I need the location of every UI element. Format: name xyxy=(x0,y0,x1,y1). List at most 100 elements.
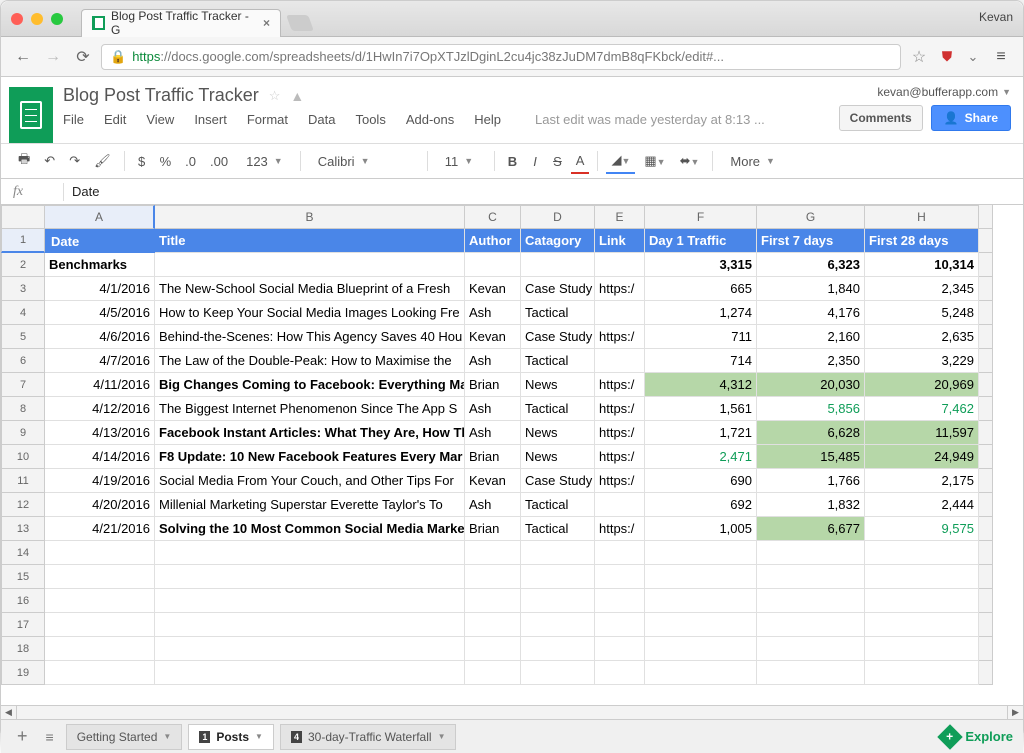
empty-cell[interactable] xyxy=(865,541,979,565)
undo-icon[interactable]: ↶ xyxy=(39,149,60,173)
row-header-6[interactable]: 6 xyxy=(1,349,45,373)
user-account-menu[interactable]: kevan@bufferapp.com ▼ xyxy=(877,85,1011,99)
empty-cell[interactable] xyxy=(465,589,521,613)
empty-cell[interactable] xyxy=(521,589,595,613)
cell-author-8[interactable]: Ash xyxy=(465,397,521,421)
cell-date-9[interactable]: 4/13/2016 xyxy=(45,421,155,445)
col-header-B[interactable]: B xyxy=(155,205,465,229)
cell-d28-12[interactable]: 2,444 xyxy=(865,493,979,517)
sheet-tab-posts[interactable]: 1Posts▼ xyxy=(188,724,274,750)
cell-d28-8[interactable]: 7,462 xyxy=(865,397,979,421)
cell[interactable] xyxy=(521,253,595,277)
cell-link-5[interactable]: https:/ xyxy=(595,325,645,349)
empty-cell[interactable] xyxy=(595,613,645,637)
header-cell-B[interactable]: Title xyxy=(155,229,465,253)
row-header-5[interactable]: 5 xyxy=(1,325,45,349)
fill-color-icon[interactable]: ◢▼ xyxy=(606,148,635,174)
empty-cell[interactable] xyxy=(757,637,865,661)
cell-link-7[interactable]: https:/ xyxy=(595,373,645,397)
add-sheet-button[interactable]: + xyxy=(11,726,34,747)
strikethrough-button[interactable]: S xyxy=(548,150,567,173)
cell[interactable] xyxy=(155,253,465,277)
window-maximize-icon[interactable] xyxy=(51,13,63,25)
cell-link-13[interactable]: https:/ xyxy=(595,517,645,541)
cell-d1-12[interactable]: 692 xyxy=(645,493,757,517)
cell-d7-4[interactable]: 4,176 xyxy=(757,301,865,325)
share-button[interactable]: 👤Share xyxy=(931,105,1011,131)
cell-title-3[interactable]: The New-School Social Media Blueprint of… xyxy=(155,277,465,301)
merge-cells-icon[interactable]: ⬌▼ xyxy=(675,149,705,173)
menu-data[interactable]: Data xyxy=(308,112,335,127)
format-currency[interactable]: $ xyxy=(133,150,151,173)
empty-cell[interactable] xyxy=(757,661,865,685)
forward-button[interactable]: → xyxy=(41,45,65,69)
empty-cell[interactable] xyxy=(645,637,757,661)
header-cell-G[interactable]: First 7 days xyxy=(757,229,865,253)
cell-d7-12[interactable]: 1,832 xyxy=(757,493,865,517)
cell-author-6[interactable]: Ash xyxy=(465,349,521,373)
empty-cell[interactable] xyxy=(155,565,465,589)
empty-cell[interactable] xyxy=(645,565,757,589)
row-header-13[interactable]: 13 xyxy=(1,517,45,541)
empty-cell[interactable] xyxy=(521,565,595,589)
star-document-icon[interactable]: ☆ xyxy=(269,88,281,104)
cell-title-10[interactable]: F8 Update: 10 New Facebook Features Ever… xyxy=(155,445,465,469)
empty-cell[interactable] xyxy=(45,661,155,685)
header-cell-E[interactable]: Link xyxy=(595,229,645,253)
header-cell-F[interactable]: Day 1 Traffic xyxy=(645,229,757,253)
cell-d1-6[interactable]: 714 xyxy=(645,349,757,373)
row-header-15[interactable]: 15 xyxy=(1,565,45,589)
row-header-4[interactable]: 4 xyxy=(1,301,45,325)
header-cell-H[interactable]: First 28 days xyxy=(865,229,979,253)
cell-author-3[interactable]: Kevan xyxy=(465,277,521,301)
cell-d28-6[interactable]: 3,229 xyxy=(865,349,979,373)
row-header-11[interactable]: 11 xyxy=(1,469,45,493)
empty-cell[interactable] xyxy=(45,541,155,565)
row-header-3[interactable]: 3 xyxy=(1,277,45,301)
cell-d1-7[interactable]: 4,312 xyxy=(645,373,757,397)
cell-d28-3[interactable]: 2,345 xyxy=(865,277,979,301)
cell-date-11[interactable]: 4/19/2016 xyxy=(45,469,155,493)
cell-date-4[interactable]: 4/5/2016 xyxy=(45,301,155,325)
cell-author-11[interactable]: Kevan xyxy=(465,469,521,493)
paint-format-icon[interactable]: 🖌 xyxy=(89,149,116,173)
cell-title-8[interactable]: The Biggest Internet Phenomenon Since Th… xyxy=(155,397,465,421)
header-cell-D[interactable]: Catagory xyxy=(521,229,595,253)
italic-button[interactable]: I xyxy=(526,150,544,173)
cell-category-4[interactable]: Tactical xyxy=(521,301,595,325)
pocket-extension-icon[interactable]: ⌄ xyxy=(963,47,983,67)
empty-cell[interactable] xyxy=(595,541,645,565)
cell-d1-5[interactable]: 711 xyxy=(645,325,757,349)
cell-title-4[interactable]: How to Keep Your Social Media Images Loo… xyxy=(155,301,465,325)
number-format-select[interactable]: 123▼ xyxy=(237,150,292,173)
menu-file[interactable]: File xyxy=(63,112,84,127)
cell-bench-d28[interactable]: 10,314 xyxy=(865,253,979,277)
print-icon[interactable]: 🖶 xyxy=(13,146,35,176)
redo-icon[interactable]: ↷ xyxy=(64,149,85,173)
empty-cell[interactable] xyxy=(155,637,465,661)
empty-cell[interactable] xyxy=(155,589,465,613)
empty-cell[interactable] xyxy=(155,613,465,637)
row-header-2[interactable]: 2 xyxy=(1,253,45,277)
menu-tools[interactable]: Tools xyxy=(355,112,385,127)
empty-cell[interactable] xyxy=(865,637,979,661)
cell-date-6[interactable]: 4/7/2016 xyxy=(45,349,155,373)
browser-profile[interactable]: Kevan xyxy=(979,10,1013,24)
empty-cell[interactable] xyxy=(757,613,865,637)
text-color-button[interactable]: A xyxy=(571,149,590,174)
empty-cell[interactable] xyxy=(865,589,979,613)
cell-d7-10[interactable]: 15,485 xyxy=(757,445,865,469)
sheets-logo-icon[interactable] xyxy=(9,87,53,143)
empty-cell[interactable] xyxy=(465,565,521,589)
col-header-G[interactable]: G xyxy=(757,205,865,229)
header-cell-A[interactable]: Date xyxy=(45,229,155,253)
cell-author-5[interactable]: Kevan xyxy=(465,325,521,349)
cell-author-7[interactable]: Brian xyxy=(465,373,521,397)
cell-d28-11[interactable]: 2,175 xyxy=(865,469,979,493)
ublock-extension-icon[interactable]: ⛊ xyxy=(937,47,957,67)
cell-link-4[interactable] xyxy=(595,301,645,325)
empty-cell[interactable] xyxy=(465,637,521,661)
back-button[interactable]: ← xyxy=(11,45,35,69)
cell[interactable] xyxy=(595,253,645,277)
empty-cell[interactable] xyxy=(595,565,645,589)
